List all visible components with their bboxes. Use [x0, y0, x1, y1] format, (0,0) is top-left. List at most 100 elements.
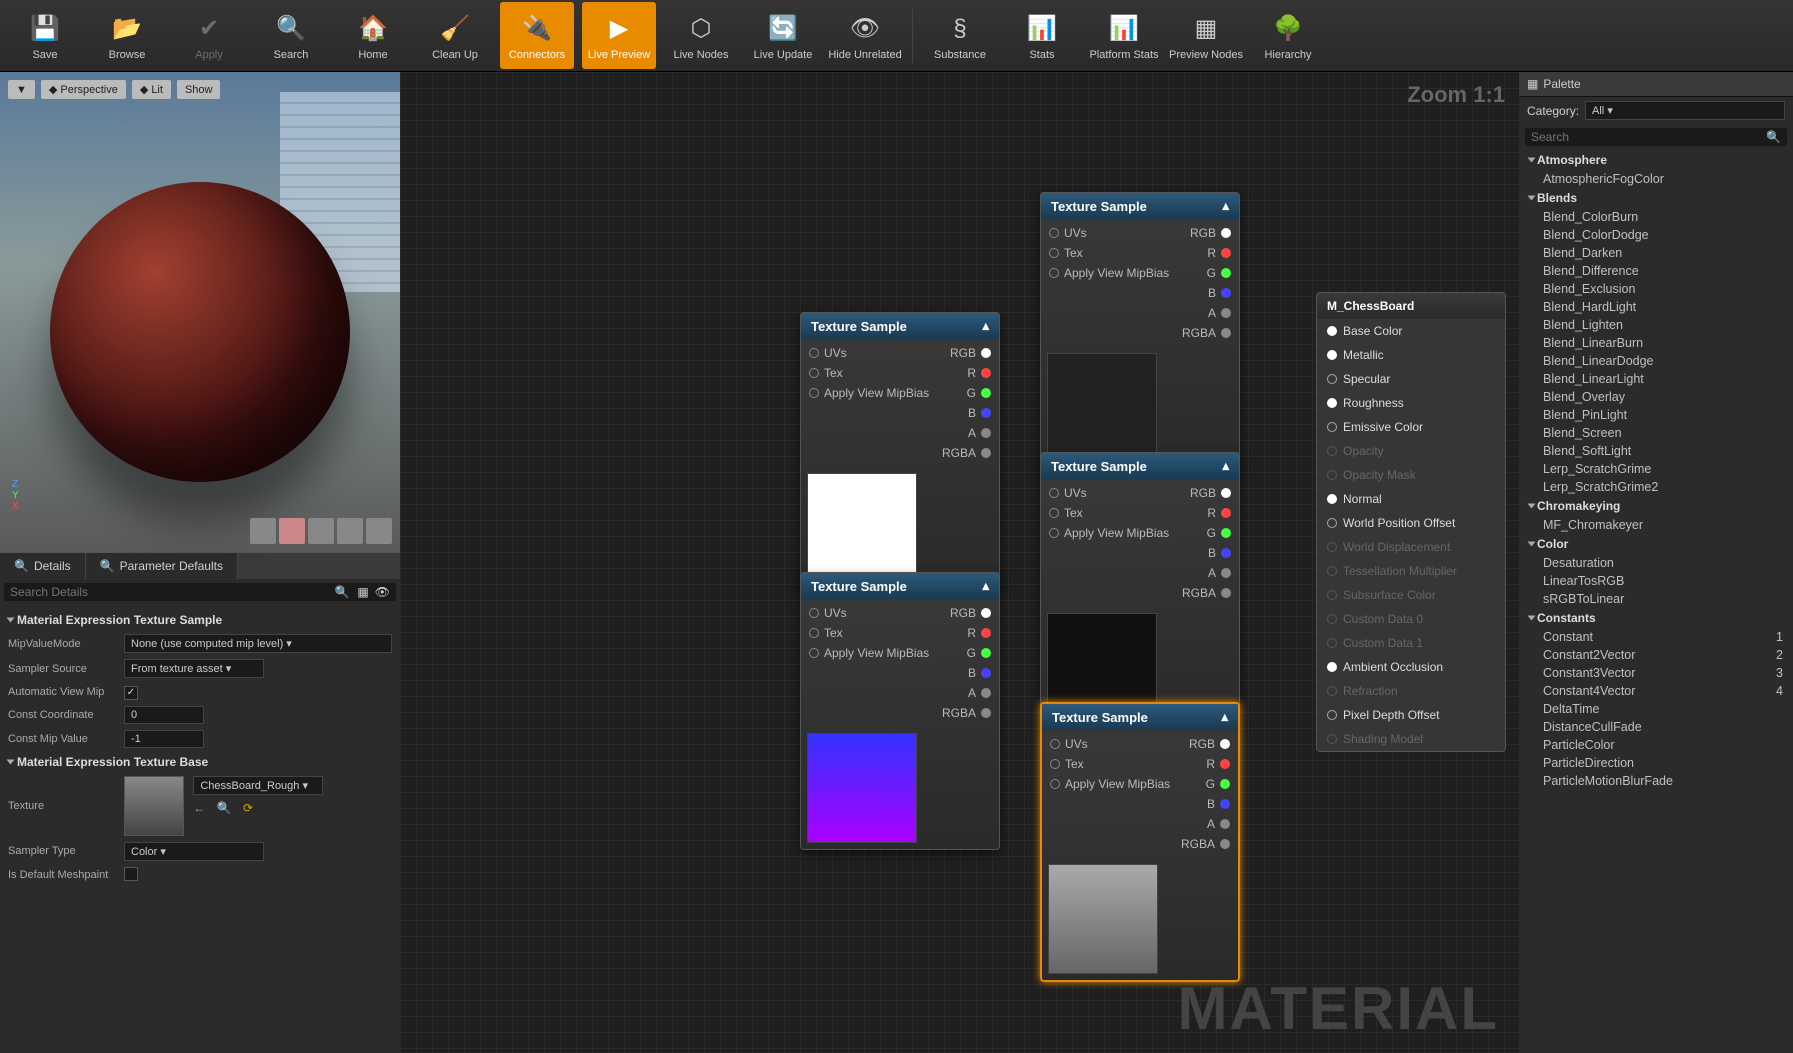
- texture-sample-node[interactable]: Texture Sample▴UVsRGBTexRApply View MipB…: [1040, 192, 1240, 470]
- palette-item-lerp_scratchgrime2[interactable]: Lerp_ScratchGrime2: [1523, 478, 1789, 496]
- palette-item-atmosphericfogcolor[interactable]: AtmosphericFogColor: [1523, 170, 1789, 188]
- input-pin-UVs[interactable]: UVs: [809, 606, 847, 620]
- output-pin-R[interactable]: R: [1207, 246, 1231, 260]
- output-pin-RGB[interactable]: RGB: [950, 606, 991, 620]
- output-pin-A[interactable]: A: [968, 686, 991, 700]
- output-pin-RGBA[interactable]: RGBA: [1181, 837, 1230, 851]
- texture-sample-node[interactable]: Texture Sample▴UVsRGBTexRApply View MipB…: [1040, 702, 1240, 982]
- palette-item-blend_difference[interactable]: Blend_Difference: [1523, 262, 1789, 280]
- output-pin-G[interactable]: G: [1206, 777, 1230, 791]
- palette-item-blend_softlight[interactable]: Blend_SoftLight: [1523, 442, 1789, 460]
- toolbar-browse-button[interactable]: 📂Browse: [90, 2, 164, 69]
- texture-thumbnail[interactable]: [124, 776, 184, 836]
- palette-item-blend_exclusion[interactable]: Blend_Exclusion: [1523, 280, 1789, 298]
- output-pin-RGBA[interactable]: RGBA: [1182, 586, 1231, 600]
- toolbar-connectors-button[interactable]: 🔌Connectors: [500, 2, 574, 69]
- shape-cylinder-button[interactable]: [250, 518, 276, 544]
- output-pin-B[interactable]: B: [968, 666, 991, 680]
- collapse-icon[interactable]: ▴: [982, 318, 989, 334]
- palette-item-lerp_scratchgrime[interactable]: Lerp_ScratchGrime: [1523, 460, 1789, 478]
- output-pin-R[interactable]: R: [967, 626, 991, 640]
- output-pin-B[interactable]: B: [1208, 546, 1231, 560]
- input-pin-UVs[interactable]: UVs: [1049, 486, 1087, 500]
- input-pin-Tex[interactable]: Tex: [1050, 757, 1084, 771]
- mat-pin-normal[interactable]: Normal: [1317, 487, 1505, 511]
- palette-item-constant2vector[interactable]: Constant2Vector2: [1523, 646, 1789, 664]
- output-pin-RGB[interactable]: RGB: [1190, 486, 1231, 500]
- toolbar-search-button[interactable]: 🔍Search: [254, 2, 328, 69]
- mat-pin-roughness[interactable]: Roughness: [1317, 391, 1505, 415]
- toolbar-hierarchy-button[interactable]: 🌳Hierarchy: [1251, 2, 1325, 69]
- details-search-input[interactable]: [10, 585, 334, 599]
- mat-pin-emissive-color[interactable]: Emissive Color: [1317, 415, 1505, 439]
- input-pin-Tex[interactable]: Tex: [809, 626, 843, 640]
- toolbar-platform-stats-button[interactable]: 📊Platform Stats: [1087, 2, 1161, 69]
- texture-sample-node[interactable]: Texture Sample▴UVsRGBTexRApply View MipB…: [800, 312, 1000, 590]
- palette-category-color[interactable]: Color: [1523, 534, 1789, 554]
- input-pin-Tex[interactable]: Tex: [1049, 246, 1083, 260]
- tab-parameter-defaults[interactable]: 🔍 Parameter Defaults: [86, 553, 238, 579]
- output-pin-RGB[interactable]: RGB: [950, 346, 991, 360]
- input-pin-Apply View MipBias[interactable]: Apply View MipBias: [809, 386, 929, 400]
- palette-item-blend_pinlight[interactable]: Blend_PinLight: [1523, 406, 1789, 424]
- palette-item-particlecolor[interactable]: ParticleColor: [1523, 736, 1789, 754]
- output-pin-G[interactable]: G: [967, 386, 991, 400]
- palette-item-blend_colordodge[interactable]: Blend_ColorDodge: [1523, 226, 1789, 244]
- samplertype-select[interactable]: Color ▾: [124, 842, 264, 861]
- find-asset-icon[interactable]: 🔍: [217, 801, 236, 815]
- palette-item-desaturation[interactable]: Desaturation: [1523, 554, 1789, 572]
- collapse-icon[interactable]: ▴: [1221, 709, 1228, 725]
- output-pin-RGBA[interactable]: RGBA: [942, 446, 991, 460]
- texture-asset-select[interactable]: ChessBoard_Rough ▾: [193, 776, 323, 795]
- samplersource-select[interactable]: From texture asset ▾: [124, 659, 264, 678]
- section-texture-sample[interactable]: Material Expression Texture Sample: [8, 609, 392, 631]
- input-pin-Apply View MipBias[interactable]: Apply View MipBias: [1050, 777, 1170, 791]
- palette-item-blend_colorburn[interactable]: Blend_ColorBurn: [1523, 208, 1789, 226]
- output-pin-A[interactable]: A: [1208, 566, 1231, 580]
- output-pin-B[interactable]: B: [1208, 286, 1231, 300]
- palette-item-distancecullfade[interactable]: DistanceCullFade: [1523, 718, 1789, 736]
- input-pin-Tex[interactable]: Tex: [1049, 506, 1083, 520]
- toolbar-stats-button[interactable]: 📊Stats: [1005, 2, 1079, 69]
- palette-item-particlemotionblurfade[interactable]: ParticleMotionBlurFade: [1523, 772, 1789, 790]
- material-output-node[interactable]: M_ChessBoard Base ColorMetallicSpecularR…: [1316, 292, 1506, 752]
- toolbar-hide-unrelated-button[interactable]: 👁Hide Unrelated: [828, 2, 902, 69]
- output-pin-A[interactable]: A: [1207, 817, 1230, 831]
- output-pin-G[interactable]: G: [967, 646, 991, 660]
- preview-sphere[interactable]: [50, 182, 350, 482]
- constmip-input[interactable]: [124, 730, 204, 748]
- palette-item-blend_screen[interactable]: Blend_Screen: [1523, 424, 1789, 442]
- mat-pin-specular[interactable]: Specular: [1317, 367, 1505, 391]
- input-pin-UVs[interactable]: UVs: [1049, 226, 1087, 240]
- section-texture-base[interactable]: Material Expression Texture Base: [8, 751, 392, 773]
- input-pin-Apply View MipBias[interactable]: Apply View MipBias: [809, 646, 929, 660]
- output-pin-G[interactable]: G: [1207, 266, 1231, 280]
- texture-sample-node[interactable]: Texture Sample▴UVsRGBTexRApply View MipB…: [1040, 452, 1240, 730]
- viewport-menu-button[interactable]: ▼: [8, 80, 35, 99]
- output-pin-R[interactable]: R: [1206, 757, 1230, 771]
- use-asset-icon[interactable]: ←: [193, 801, 209, 815]
- category-select[interactable]: All ▾: [1585, 101, 1785, 120]
- palette-item-blend_overlay[interactable]: Blend_Overlay: [1523, 388, 1789, 406]
- palette-item-blend_linearburn[interactable]: Blend_LinearBurn: [1523, 334, 1789, 352]
- mat-pin-base-color[interactable]: Base Color: [1317, 319, 1505, 343]
- input-pin-UVs[interactable]: UVs: [809, 346, 847, 360]
- palette-item-blend_lighten[interactable]: Blend_Lighten: [1523, 316, 1789, 334]
- toolbar-clean-up-button[interactable]: 🧹Clean Up: [418, 2, 492, 69]
- toolbar-preview-nodes-button[interactable]: ▦Preview Nodes: [1169, 2, 1243, 69]
- input-pin-Apply View MipBias[interactable]: Apply View MipBias: [1049, 266, 1169, 280]
- shape-plane-button[interactable]: [308, 518, 334, 544]
- input-pin-UVs[interactable]: UVs: [1050, 737, 1088, 751]
- palette-item-blend_lineardodge[interactable]: Blend_LinearDodge: [1523, 352, 1789, 370]
- output-pin-R[interactable]: R: [1207, 506, 1231, 520]
- output-pin-R[interactable]: R: [967, 366, 991, 380]
- output-pin-A[interactable]: A: [1208, 306, 1231, 320]
- output-pin-A[interactable]: A: [968, 426, 991, 440]
- grid-view-icon[interactable]: ▦: [357, 585, 368, 599]
- input-pin-Tex[interactable]: Tex: [809, 366, 843, 380]
- lit-button[interactable]: ◆ Lit: [132, 80, 171, 99]
- palette-item-constant4vector[interactable]: Constant4Vector4: [1523, 682, 1789, 700]
- palette-item-particledirection[interactable]: ParticleDirection: [1523, 754, 1789, 772]
- toolbar-substance-button[interactable]: §Substance: [923, 2, 997, 69]
- toolbar-save-button[interactable]: 💾Save: [8, 2, 82, 69]
